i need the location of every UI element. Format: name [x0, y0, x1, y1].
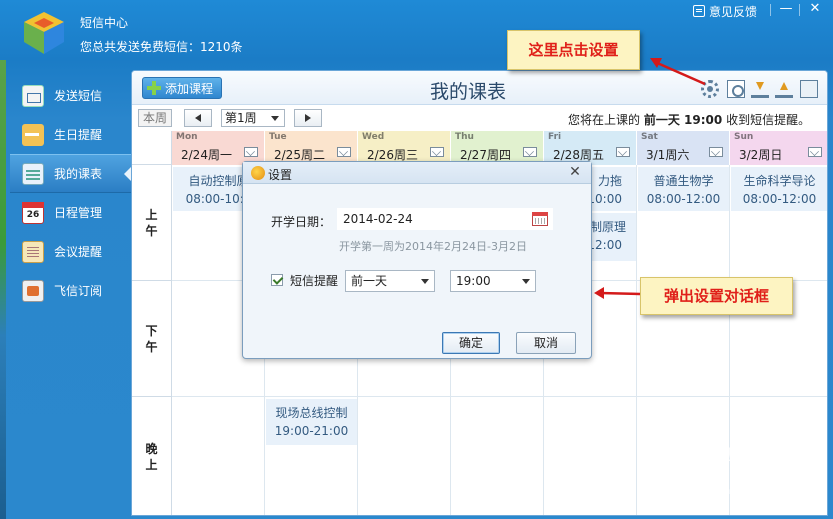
arrow-to-dialog	[599, 291, 641, 296]
arrow-to-dialog-head	[594, 287, 604, 299]
app-window: 短信中心 您总共发送免费短信：1210条 意见反馈 — ✕ 发送短信 生日提醒 …	[0, 0, 833, 519]
arrow-to-settings	[654, 60, 706, 86]
watermark-url: jingyan.baidu.com	[673, 484, 775, 497]
watermark-logo: Bai du 经验	[638, 438, 794, 468]
